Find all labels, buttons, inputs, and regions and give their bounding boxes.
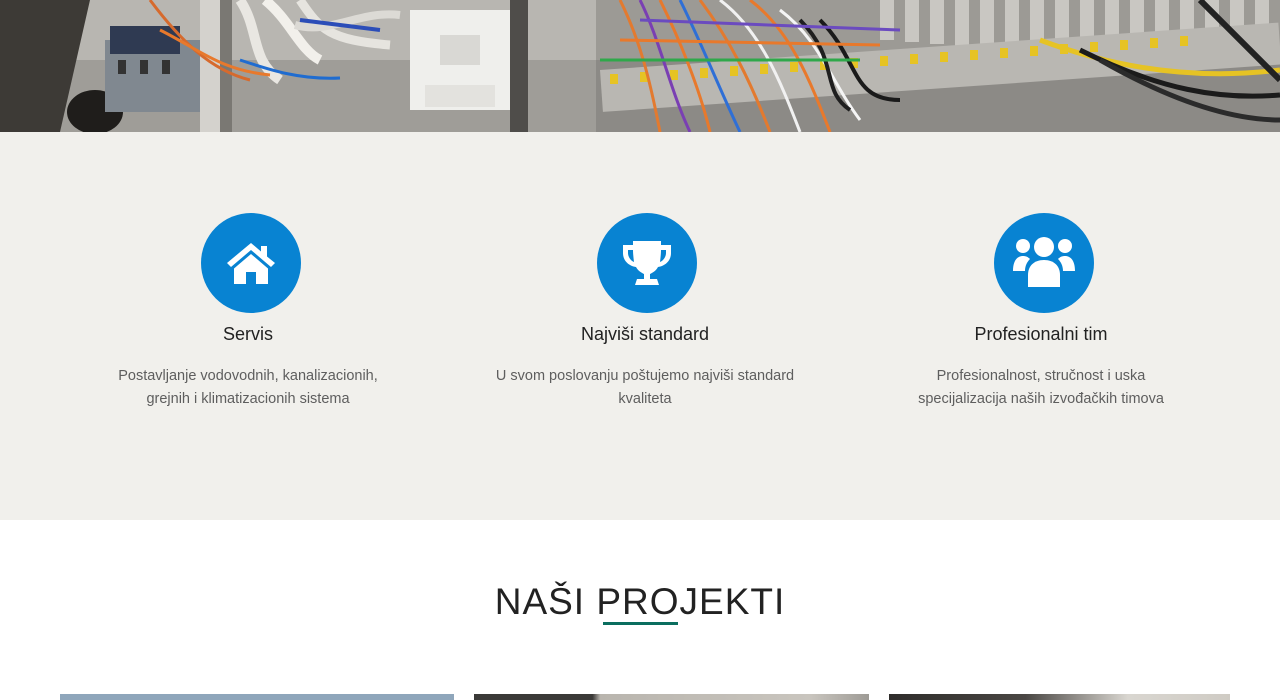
project-thumbnail[interactable]	[60, 694, 454, 700]
feature-icon-circle	[597, 213, 697, 313]
feature-description: Profesionalnost, stručnost i uska specij…	[918, 368, 1164, 407]
feature-servis: Servis Postavljanje vodovodnih, kanaliza…	[78, 213, 418, 411]
trophy-icon	[623, 241, 671, 285]
feature-title: Profesionalni tim	[974, 324, 1108, 344]
hero-image	[0, 0, 1280, 132]
home-icon	[227, 243, 275, 284]
users-icon	[1013, 237, 1075, 287]
feature-description: U svom poslovanju poštujemo najviši stan…	[495, 368, 795, 407]
project-thumbnail[interactable]	[474, 694, 869, 700]
feature-profesionalni-tim: Profesionalni tim Profesionalnost, struč…	[871, 213, 1211, 411]
feature-icon-circle	[994, 213, 1094, 313]
feature-description: Postavljanje vodovodnih, kanalizacionih,…	[118, 368, 378, 407]
feature-title: Servis	[222, 324, 273, 344]
title-underline	[603, 622, 678, 625]
section-title-projects: NAŠI PROJEKTI	[494, 581, 786, 622]
features-section: Servis Postavljanje vodovodnih, kanaliza…	[0, 132, 1280, 520]
electrical-cabinet-illustration	[0, 0, 1280, 132]
project-thumbnail[interactable]	[889, 694, 1230, 700]
feature-najvisi-standard: Najviši standard U svom poslovanju poštu…	[475, 213, 815, 411]
feature-title: Najviši standard	[580, 324, 710, 344]
feature-icon-circle	[201, 213, 301, 313]
